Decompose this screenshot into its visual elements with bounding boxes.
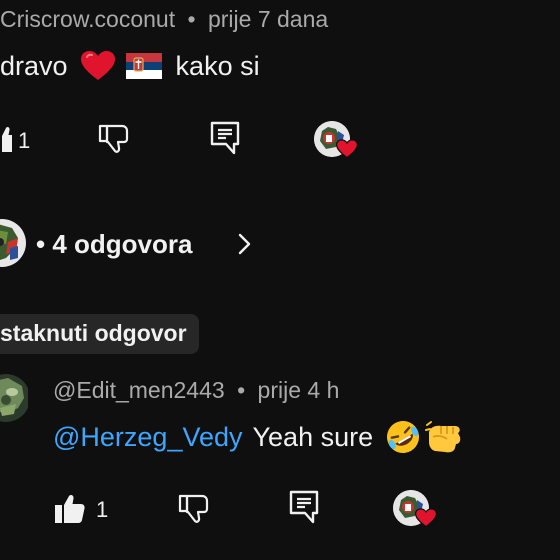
heart-icon [336, 139, 358, 159]
reply-creator-heart-badge [393, 490, 439, 530]
fist-emoji-icon [425, 419, 463, 455]
heart-emoji-icon [80, 50, 116, 82]
replies-avatar-icon [0, 218, 28, 268]
reply-dislike-button[interactable] [178, 493, 210, 525]
reply-time[interactable]: prije 4 h [258, 377, 340, 403]
chevron-right-icon[interactable] [237, 233, 251, 255]
comment-text-prefix: dravo [0, 50, 68, 81]
dislike-button[interactable] [98, 123, 130, 155]
reply-author[interactable]: @Edit_men2443 [53, 377, 225, 403]
comment-author[interactable]: Criscrow.coconut [0, 6, 175, 32]
highlighted-reply-badge: staknuti odgovor [0, 314, 199, 354]
comment-icon [289, 490, 319, 524]
heart-icon [415, 508, 437, 528]
comment-icon [210, 121, 240, 155]
comment-text: dravo kako si [0, 50, 260, 82]
reply-author-avatar-icon[interactable] [0, 374, 28, 422]
rofl-emoji-icon [385, 419, 421, 455]
reply-like-count: 1 [96, 497, 109, 522]
reply-header: @Edit_men2443 • prije 4 h [53, 377, 339, 404]
serbia-flag-emoji-icon [125, 53, 162, 79]
thumbs-up-filled-icon [54, 493, 86, 525]
meta-separator: • [187, 6, 196, 32]
like-count: 1 [18, 128, 31, 153]
reply-reply-button[interactable] [289, 490, 319, 524]
comment-header: Criscrow.coconut • prije 7 dana [0, 6, 328, 33]
thumbs-down-icon [178, 493, 210, 525]
reply-mention-link[interactable]: @Herzeg_Vedy [53, 422, 243, 453]
reply-text-body: Yeah sure [252, 421, 374, 452]
creator-heart-badge [314, 121, 360, 161]
thumbs-down-icon [98, 123, 130, 155]
comment-text-suffix: kako si [175, 50, 260, 81]
reply-like-button[interactable] [54, 493, 86, 525]
highlighted-reply-badge-label: staknuti odgovor [0, 320, 187, 346]
reply-text: @Herzeg_Vedy Yeah sure [53, 419, 463, 455]
replies-count-label: • 4 odgovora [36, 229, 193, 259]
meta-separator: • [237, 377, 246, 403]
thumbs-up-icon [0, 124, 12, 154]
like-button[interactable] [0, 124, 12, 154]
comment-time[interactable]: prije 7 dana [208, 6, 328, 32]
reply-button[interactable] [210, 121, 240, 155]
replies-toggle[interactable]: • 4 odgovora [36, 229, 192, 260]
